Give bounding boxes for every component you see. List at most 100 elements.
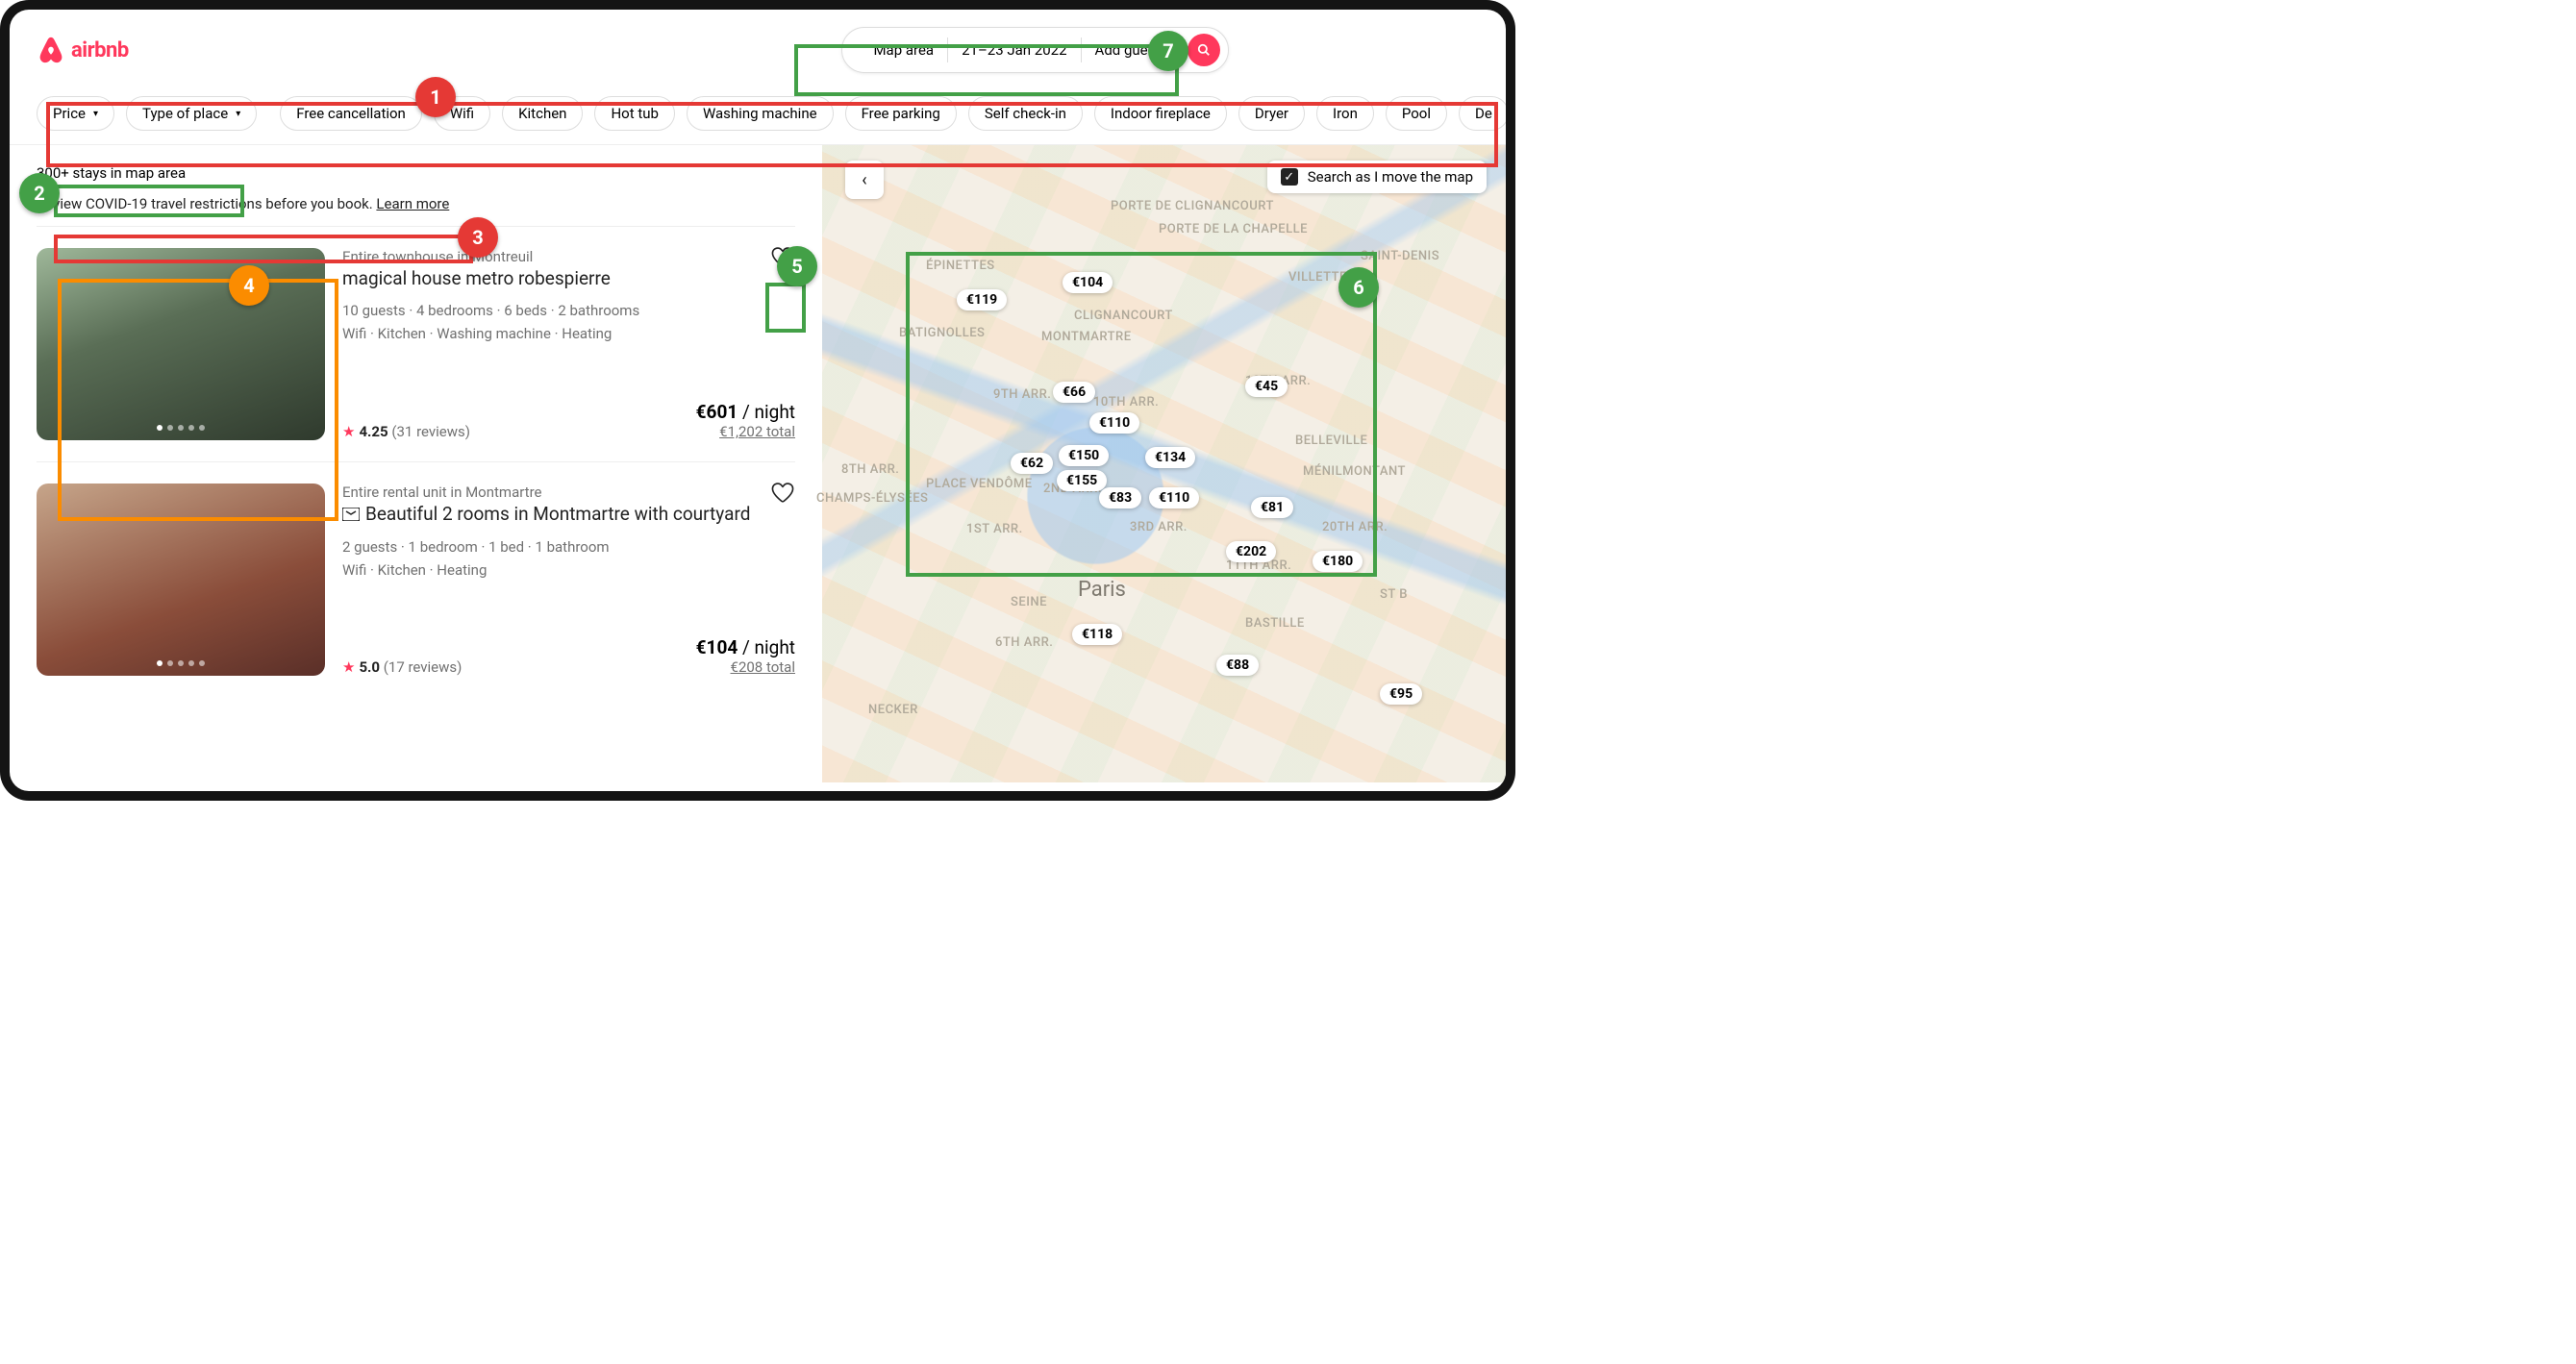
star-icon: ★ (342, 658, 355, 676)
listing-card[interactable]: Entire townhouse in Montreuil magical ho… (37, 226, 795, 461)
map-area-label: BATIGNOLLES (899, 326, 985, 340)
superhost-icon (342, 504, 360, 526)
covid-notice: Review COVID-19 travel restrictions befo… (37, 195, 795, 212)
listing-kicker: Entire townhouse in Montreuil (342, 248, 795, 265)
logo-text: airbnb (71, 38, 129, 62)
filter-chip[interactable]: Self check-in (968, 96, 1083, 131)
listing-photo[interactable] (37, 248, 325, 440)
checkbox-checked-icon: ✓ (1281, 168, 1298, 186)
results-count: 300+ stays in map area (37, 164, 795, 182)
map[interactable]: ‹ ✓ Search as I move the map Paris PORTE… (822, 145, 1506, 782)
listing-title: magical house metro robespierre (342, 267, 795, 289)
map-area-label: PORTE DE LA CHAPELLE (1159, 222, 1308, 236)
map-price-pin[interactable]: €62 (1011, 453, 1053, 474)
filter-chip[interactable]: Indoor fireplace (1094, 96, 1227, 131)
filter-chip[interactable]: Hot tub (594, 96, 674, 131)
map-price-pin[interactable]: €110 (1089, 412, 1139, 434)
filter-chip[interactable]: De (1459, 96, 1506, 131)
map-price-pin[interactable]: €88 (1216, 655, 1259, 676)
save-button[interactable] (770, 480, 795, 508)
map-price-pin[interactable]: €110 (1149, 487, 1199, 508)
map-city-label: Paris (1078, 578, 1126, 602)
listing-rating: ★5.0 (17 reviews) (342, 658, 462, 676)
listing-card[interactable]: Entire rental unit in Montmartre Beautif… (37, 461, 795, 697)
search-icon (1197, 43, 1211, 57)
logo[interactable]: airbnb (37, 35, 129, 65)
listing-price: €601 / night €1,202 total (696, 401, 795, 440)
map-price-pin[interactable]: €81 (1251, 497, 1293, 518)
annotation-badge-3: 3 (458, 217, 498, 258)
map-area-label: MONTMARTRE (1041, 330, 1132, 344)
chevron-down-icon: ▾ (236, 109, 240, 119)
map-price-pin[interactable]: €134 (1145, 447, 1195, 468)
search-dates[interactable]: 21–23 Jan 2022 (948, 37, 1081, 62)
search-button[interactable] (1188, 34, 1220, 66)
map-area-label: CHAMPS-ÉLYSÉES (816, 491, 928, 506)
map-back-button[interactable]: ‹ (845, 161, 884, 199)
annotation-badge-1: 1 (415, 77, 456, 117)
listing-capacity: 2 guests · 1 bedroom · 1 bed · 1 bathroo… (342, 535, 795, 558)
filter-chip[interactable]: Iron (1316, 96, 1374, 131)
listing-capacity: 10 guests · 4 bedrooms · 6 beds · 2 bath… (342, 299, 795, 322)
map-area-label: CLIGNANCOURT (1074, 309, 1173, 323)
map-area-label: MÉNILMONTANT (1303, 464, 1406, 479)
filter-type[interactable]: Type of place▾ (126, 96, 257, 131)
map-area-label: 10TH ARR. (1093, 395, 1159, 409)
listing-title: Beautiful 2 rooms in Montmartre with cou… (342, 503, 795, 526)
map-area-label: 3RD ARR. (1130, 520, 1188, 534)
filter-price[interactable]: Price▾ (37, 96, 114, 131)
listing-kicker: Entire rental unit in Montmartre (342, 484, 795, 501)
chevron-down-icon: ▾ (93, 109, 98, 119)
heart-icon (770, 480, 795, 505)
map-price-pin[interactable]: €180 (1313, 551, 1363, 572)
map-area-label: 6TH ARR. (995, 635, 1053, 650)
filter-chip[interactable]: Washing machine (687, 96, 834, 131)
search-location[interactable]: Map area (860, 37, 948, 62)
annotation-badge-6: 6 (1338, 267, 1379, 308)
map-price-pin[interactable]: €83 (1099, 487, 1141, 508)
map-area-label: 8TH ARR. (841, 462, 899, 477)
photo-dots (157, 660, 205, 666)
listing-amenities: Wifi · Kitchen · Heating (342, 558, 795, 582)
chevron-left-icon: ‹ (862, 170, 866, 190)
map-area-label: Seine (1011, 595, 1047, 609)
map-area-label: 1ST ARR. (966, 522, 1023, 536)
filter-chip[interactable]: Pool (1386, 96, 1447, 131)
map-price-pin[interactable]: €119 (957, 289, 1007, 310)
star-icon: ★ (342, 423, 355, 440)
map-area-label: BASTILLE (1245, 616, 1305, 631)
map-area-label: ST B (1380, 587, 1408, 602)
listing-price: €104 / night €208 total (696, 636, 795, 676)
map-area-label: ÉPINETTES (926, 259, 995, 273)
map-area-label: SAINT-DENIS (1361, 249, 1439, 263)
filter-row: Price▾ Type of place▾ Free cancellation … (10, 83, 1506, 145)
airbnb-logo-icon (37, 35, 65, 65)
covid-learn-more[interactable]: Learn more (376, 195, 449, 212)
map-price-pin[interactable]: €155 (1057, 470, 1107, 491)
map-price-pin[interactable]: €150 (1059, 445, 1109, 466)
filter-chip[interactable]: Kitchen (502, 96, 583, 131)
map-price-pin[interactable]: €45 (1245, 376, 1288, 397)
annotation-badge-4: 4 (229, 265, 269, 306)
listing-photo[interactable] (37, 484, 325, 676)
map-area-label: PLACE VENDÔME (926, 477, 1033, 491)
filter-chip[interactable]: Free cancellation (280, 96, 422, 131)
search-as-move-toggle[interactable]: ✓ Search as I move the map (1267, 161, 1487, 193)
map-price-pin[interactable]: €202 (1226, 541, 1276, 562)
map-price-pin[interactable]: €118 (1072, 624, 1122, 645)
photo-dots (157, 425, 205, 431)
listing-amenities: Wifi · Kitchen · Washing machine · Heati… (342, 322, 795, 345)
map-price-pin[interactable]: €104 (1063, 272, 1113, 293)
filter-chip[interactable]: Free parking (845, 96, 957, 131)
map-area-label: NECKER (868, 703, 918, 717)
listing-rating: ★4.25 (31 reviews) (342, 423, 470, 440)
filter-chip[interactable]: Dryer (1238, 96, 1305, 131)
map-area-label: PORTE DE CLIGNANCOURT (1111, 199, 1274, 213)
annotation-badge-5: 5 (777, 246, 817, 286)
map-price-pin[interactable]: €95 (1380, 683, 1422, 705)
map-area-label: 20TH ARR. (1322, 520, 1388, 534)
annotation-badge-7: 7 (1148, 31, 1188, 71)
map-area-label: 9TH ARR. (993, 387, 1051, 402)
map-price-pin[interactable]: €66 (1053, 382, 1095, 403)
map-area-label: BELLEVILLE (1295, 434, 1367, 448)
